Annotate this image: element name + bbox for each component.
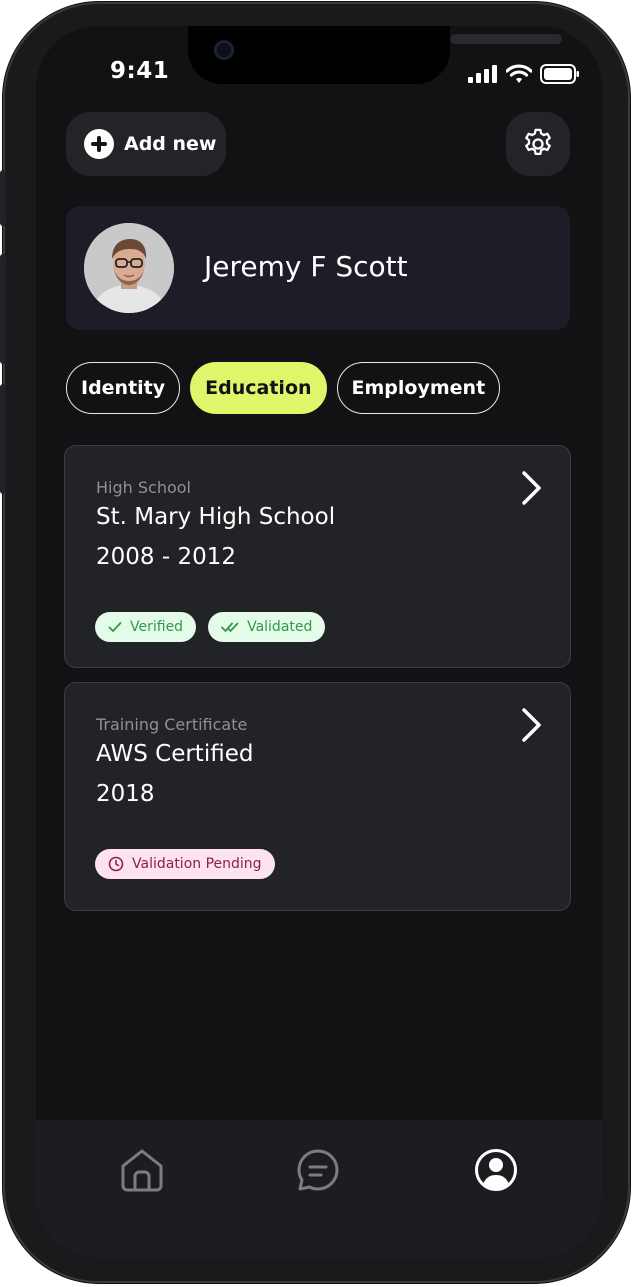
home-icon xyxy=(121,1149,163,1192)
clock-icon xyxy=(108,856,124,872)
profile-icon xyxy=(475,1149,517,1191)
double-check-icon xyxy=(221,622,239,632)
chevron-right-icon[interactable] xyxy=(520,470,544,506)
badge-label: Validated xyxy=(247,619,313,635)
tab-identity[interactable]: Identity xyxy=(66,362,181,414)
mute-switch xyxy=(0,170,6,226)
category-tabs: Identity Education Employment xyxy=(66,362,501,414)
avatar-photo xyxy=(84,223,174,313)
record-years: 2008 - 2012 xyxy=(96,544,236,570)
bottom-nav xyxy=(36,1120,602,1258)
status-time: 9:41 xyxy=(110,58,170,84)
badge-label: Validation Pending xyxy=(132,856,262,872)
speaker-grille xyxy=(450,34,562,44)
add-new-button[interactable]: Add new xyxy=(66,112,226,176)
add-new-label: Add new xyxy=(124,133,217,155)
wifi-icon xyxy=(506,64,532,83)
record-name: St. Mary High School xyxy=(96,504,336,530)
profile-card[interactable]: Jeremy F Scott xyxy=(66,206,570,330)
cellular-signal-icon xyxy=(468,65,497,83)
record-type: High School xyxy=(96,478,191,497)
settings-button[interactable] xyxy=(506,112,570,176)
check-icon xyxy=(108,622,122,632)
profile-name: Jeremy F Scott xyxy=(204,250,408,283)
record-card-high-school[interactable]: High School St. Mary High School 2008 - … xyxy=(64,445,571,668)
volume-up-button xyxy=(0,254,6,364)
record-badges: Verified Validated xyxy=(95,612,326,642)
record-card-training-certificate[interactable]: Training Certificate AWS Certified 2018 … xyxy=(64,682,571,911)
app-screen: 9:41 Add new Jeremy F Scott Identity Edu… xyxy=(36,26,602,1258)
record-type: Training Certificate xyxy=(96,715,248,734)
gear-icon xyxy=(525,128,551,156)
validated-badge: Validated xyxy=(208,612,326,642)
battery-icon xyxy=(540,64,579,84)
record-name: AWS Certified xyxy=(96,741,254,767)
record-badges: Validation Pending xyxy=(95,849,275,879)
validation-pending-badge: Validation Pending xyxy=(95,849,275,879)
chevron-right-icon[interactable] xyxy=(520,707,544,743)
volume-down-button xyxy=(0,384,6,494)
front-camera xyxy=(214,40,234,60)
badge-label: Verified xyxy=(130,619,184,635)
nav-profile[interactable] xyxy=(472,1146,520,1194)
nav-messages[interactable] xyxy=(294,1146,342,1194)
status-icons xyxy=(468,64,580,84)
plus-circle-icon xyxy=(84,129,114,159)
verified-badge: Verified xyxy=(95,612,197,642)
nav-home[interactable] xyxy=(118,1146,166,1194)
tab-education[interactable]: Education xyxy=(190,362,327,414)
tab-employment[interactable]: Employment xyxy=(336,362,501,414)
avatar xyxy=(84,223,174,313)
chat-icon xyxy=(297,1149,339,1191)
record-years: 2018 xyxy=(96,781,155,807)
